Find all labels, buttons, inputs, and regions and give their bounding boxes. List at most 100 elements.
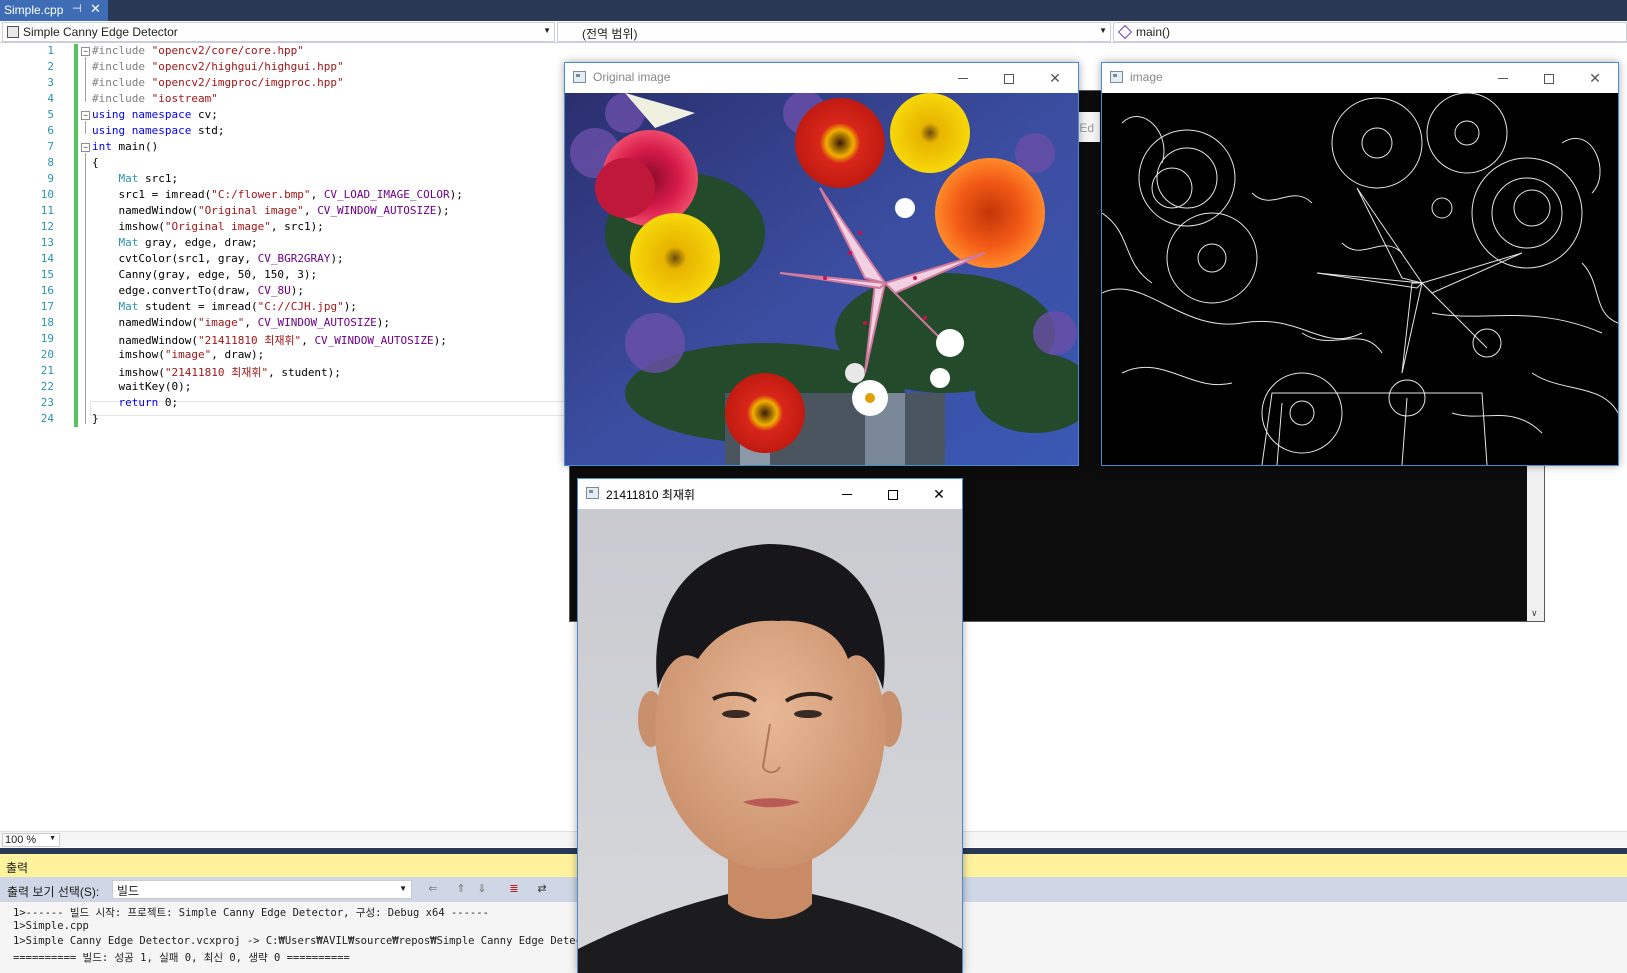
code-line[interactable]: using namespace std; xyxy=(92,124,224,140)
collapse-icon[interactable]: − xyxy=(81,111,90,120)
code-line[interactable]: #include "opencv2/highgui/highgui.hpp" xyxy=(92,60,344,76)
line-number: 16 xyxy=(40,284,54,297)
minimize-icon xyxy=(1498,78,1508,79)
scope-dropdown[interactable]: (전역 범위) ▼ xyxy=(557,22,1111,42)
code-line[interactable]: namedWindow("image", CV_WINDOW_AUTOSIZE)… xyxy=(92,316,390,332)
code-line[interactable]: return 0; xyxy=(92,396,179,412)
tab-title: Simple.cpp xyxy=(4,3,64,17)
minimize-button[interactable] xyxy=(940,63,986,93)
code-line[interactable]: int main() xyxy=(92,140,158,156)
word-wrap-icon[interactable]: ⇄ xyxy=(534,882,550,897)
code-line[interactable]: #include "opencv2/core/core.hpp" xyxy=(92,44,304,60)
code-line[interactable]: edge.convertTo(draw, CV_8U); xyxy=(92,284,303,300)
code-token: Canny(gray, edge, 50, 150, 3); xyxy=(92,268,318,281)
chevron-down-icon: ▼ xyxy=(399,884,407,893)
code-line[interactable]: { xyxy=(92,156,99,172)
code-line[interactable]: waitKey(0); xyxy=(92,380,191,396)
line-number: 12 xyxy=(40,220,54,233)
window-app-icon xyxy=(1110,71,1123,83)
code-token: , xyxy=(310,188,324,201)
code-line[interactable]: src1 = imread("C:/flower.bmp", CV_LOAD_I… xyxy=(92,188,463,204)
close-button[interactable]: ✕ xyxy=(916,479,962,509)
output-line: 1>Simple.cpp xyxy=(13,920,89,932)
code-line[interactable]: Mat student = imread("C://CJH.jpg"); xyxy=(92,300,357,316)
close-button[interactable]: ✕ xyxy=(1572,63,1618,93)
code-line[interactable]: imshow("Original image", src1); xyxy=(92,220,323,236)
code-token: Mat xyxy=(118,236,139,249)
find-message-icon[interactable]: ⇐ xyxy=(425,882,441,897)
code-line[interactable]: imshow("21411810 최재휘", student); xyxy=(92,364,340,380)
line-number: 13 xyxy=(40,236,54,249)
tab-simple-cpp[interactable]: Simple.cpp ⊣ ✕ xyxy=(0,0,108,21)
code-token: using namespace xyxy=(92,124,198,137)
maximize-button[interactable] xyxy=(1526,63,1572,93)
flower-image xyxy=(565,93,1078,465)
maximize-button[interactable] xyxy=(870,479,916,509)
prev-message-icon[interactable]: ⇑ xyxy=(453,882,469,897)
window-titlebar[interactable]: 21411810 최재휘 ✕ xyxy=(578,479,962,509)
chevron-down-icon: ∨ xyxy=(1531,608,1538,618)
project-dropdown[interactable]: Simple Canny Edge Detector ▼ xyxy=(2,22,555,42)
code-token: "21411810 최재휘" xyxy=(164,366,269,379)
output-source-select[interactable]: 빌드 ▼ xyxy=(112,880,412,899)
close-icon[interactable]: ✕ xyxy=(90,1,101,17)
edge-image-art xyxy=(1102,93,1618,465)
code-token: ); xyxy=(449,188,463,201)
zoom-dropdown[interactable]: 100 % ▼ xyxy=(2,833,60,847)
line-number-gutter: 1 2 3 4 5 6 7 8 9 10 11 12 13 14 15 16 1… xyxy=(0,44,74,831)
code-token: CV_WINDOW_AUTOSIZE xyxy=(314,334,434,347)
code-token: ); xyxy=(433,334,447,347)
code-token: CV_WINDOW_AUTOSIZE xyxy=(257,316,377,329)
outline-line xyxy=(85,121,86,134)
minimize-button[interactable] xyxy=(824,479,870,509)
code-token: CV_BGR2GRAY xyxy=(257,252,331,265)
close-button[interactable]: ✕ xyxy=(1032,63,1078,93)
student-photo xyxy=(578,509,962,973)
code-token: , xyxy=(301,334,315,347)
pin-icon[interactable]: ⊣ xyxy=(72,2,82,15)
edge-image-window[interactable]: image ✕ xyxy=(1101,62,1619,466)
code-line[interactable]: imshow("image", draw); xyxy=(92,348,264,364)
line-number: 7 xyxy=(47,140,54,153)
line-number: 2 xyxy=(47,60,54,73)
code-line[interactable]: #include "iostream" xyxy=(92,92,218,108)
code-line[interactable]: Canny(gray, edge, 50, 150, 3); xyxy=(92,268,317,284)
project-label: Simple Canny Edge Detector xyxy=(23,25,178,39)
code-line[interactable]: Mat src1; xyxy=(92,172,179,188)
maximize-button[interactable] xyxy=(986,63,1032,93)
member-dropdown[interactable]: main() xyxy=(1113,22,1627,42)
code-line[interactable]: using namespace cv; xyxy=(92,108,218,124)
code-token: int xyxy=(92,140,119,153)
code-token: imshow( xyxy=(92,220,165,233)
window-title: 21411810 최재휘 xyxy=(606,488,695,502)
minimize-icon xyxy=(958,78,968,79)
code-token: } xyxy=(92,412,99,425)
next-message-icon[interactable]: ⇓ xyxy=(474,882,490,897)
code-token: src1; xyxy=(138,172,179,185)
code-line[interactable]: cvtColor(src1, gray, CV_BGR2GRAY); xyxy=(92,252,343,268)
code-line[interactable]: Mat gray, edge, draw; xyxy=(92,236,258,252)
code-line[interactable]: namedWindow("21411810 최재휘", CV_WINDOW_AU… xyxy=(92,332,447,348)
collapse-icon[interactable]: − xyxy=(81,143,90,152)
code-token: ); xyxy=(436,204,450,217)
collapse-icon[interactable]: − xyxy=(81,47,90,56)
line-number: 9 xyxy=(47,172,54,185)
code-line[interactable]: #include "opencv2/imgproc/imgproc.hpp" xyxy=(92,76,344,92)
window-titlebar[interactable]: Original image ✕ xyxy=(565,63,1078,93)
clear-all-icon[interactable]: ≣ xyxy=(506,882,522,897)
output-line: 1>Simple Canny Edge Detector.vcxproj -> … xyxy=(13,935,608,947)
code-token: "opencv2/core/core.hpp" xyxy=(151,44,304,57)
code-line[interactable]: namedWindow("Original image", CV_WINDOW_… xyxy=(92,204,450,220)
student-photo-window[interactable]: 21411810 최재휘 ✕ xyxy=(577,478,963,973)
window-titlebar[interactable]: image ✕ xyxy=(1102,63,1618,93)
minimize-button[interactable] xyxy=(1480,63,1526,93)
line-number: 21 xyxy=(40,364,54,377)
code-line[interactable]: } xyxy=(92,412,99,428)
line-number: 8 xyxy=(47,156,54,169)
code-token: using namespace xyxy=(92,108,198,121)
line-number: 17 xyxy=(40,300,54,313)
original-image-window[interactable]: Original image ✕ xyxy=(564,62,1079,466)
code-token: CV_LOAD_IMAGE_COLOR xyxy=(323,188,450,201)
